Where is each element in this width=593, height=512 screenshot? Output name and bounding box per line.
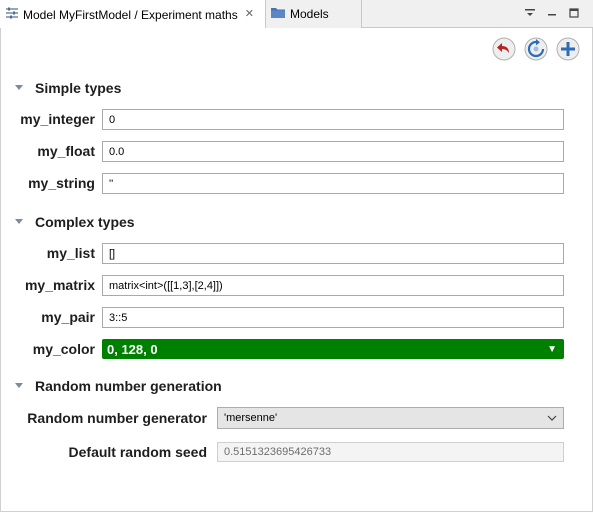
param-row: Random number generator 'mersenne' [0,407,593,429]
param-label: my_pair [41,309,95,325]
maximize-icon[interactable] [563,4,585,22]
my-float-input[interactable] [102,141,564,162]
view-menu-icon[interactable] [519,4,541,22]
my-integer-input[interactable] [102,109,564,130]
param-label: my_color [32,341,95,357]
add-icon [556,37,580,61]
my-string-input[interactable] [102,173,564,194]
revert-button[interactable] [492,37,516,61]
param-row: my_color 0, 128, 0 ▼ [0,338,593,360]
section-title: Simple types [35,80,122,96]
section-title: Complex types [35,214,135,230]
param-label: my_matrix [24,277,95,293]
color-value: 0, 128, 0 [107,341,158,357]
close-icon[interactable]: ✕ [245,9,254,20]
my-matrix-input[interactable] [102,275,564,296]
param-label: my_string [28,175,95,191]
collapse-arrow-icon[interactable] [14,381,24,391]
param-row: my_string [0,172,593,194]
experiment-toolbar [492,37,580,61]
tab-experiment[interactable]: Model MyFirstModel / Experiment maths ✕ [0,0,266,29]
param-label: my_integer [20,111,95,127]
add-button[interactable] [556,37,580,61]
rng-select[interactable]: 'mersenne' [217,407,564,429]
tab-models[interactable]: Models [266,0,362,28]
param-label: Random number generator [27,410,207,426]
param-row: my_matrix [0,274,593,296]
param-row: my_pair [0,306,593,328]
editor-tab-bar: Model MyFirstModel / Experiment maths ✕ … [0,0,593,29]
minimize-icon[interactable] [541,4,563,22]
param-label: my_list [46,245,95,261]
collapse-arrow-icon[interactable] [14,83,24,93]
section-title: Random number generation [35,378,222,394]
param-row: my_integer [0,108,593,130]
tab-experiment-label: Model MyFirstModel / Experiment maths [23,7,238,22]
section-simple-types[interactable]: Simple types [14,80,121,96]
param-row: my_float [0,140,593,162]
rng-select-value: 'mersenne' [224,412,278,424]
editor-body [0,28,593,512]
param-label: Default random seed [68,444,207,460]
param-row: Default random seed 0.5151323695426733 [0,441,593,463]
refresh-icon [524,37,548,61]
param-row: my_list [0,242,593,264]
section-complex-types[interactable]: Complex types [14,214,135,230]
seed-field: 0.5151323695426733 [217,442,564,462]
experiment-icon [5,7,19,22]
my-list-input[interactable] [102,243,564,264]
my-color-picker[interactable]: 0, 128, 0 ▼ [102,339,564,359]
my-pair-input[interactable] [102,307,564,328]
caret-down-icon: ▼ [547,343,557,355]
chevron-down-icon [547,412,557,424]
collapse-arrow-icon[interactable] [14,217,24,227]
folder-icon [270,6,286,22]
refresh-button[interactable] [524,37,548,61]
tab-models-label: Models [290,7,329,21]
revert-icon [492,37,516,61]
param-label: my_float [37,143,95,159]
section-random-generation[interactable]: Random number generation [14,378,222,394]
